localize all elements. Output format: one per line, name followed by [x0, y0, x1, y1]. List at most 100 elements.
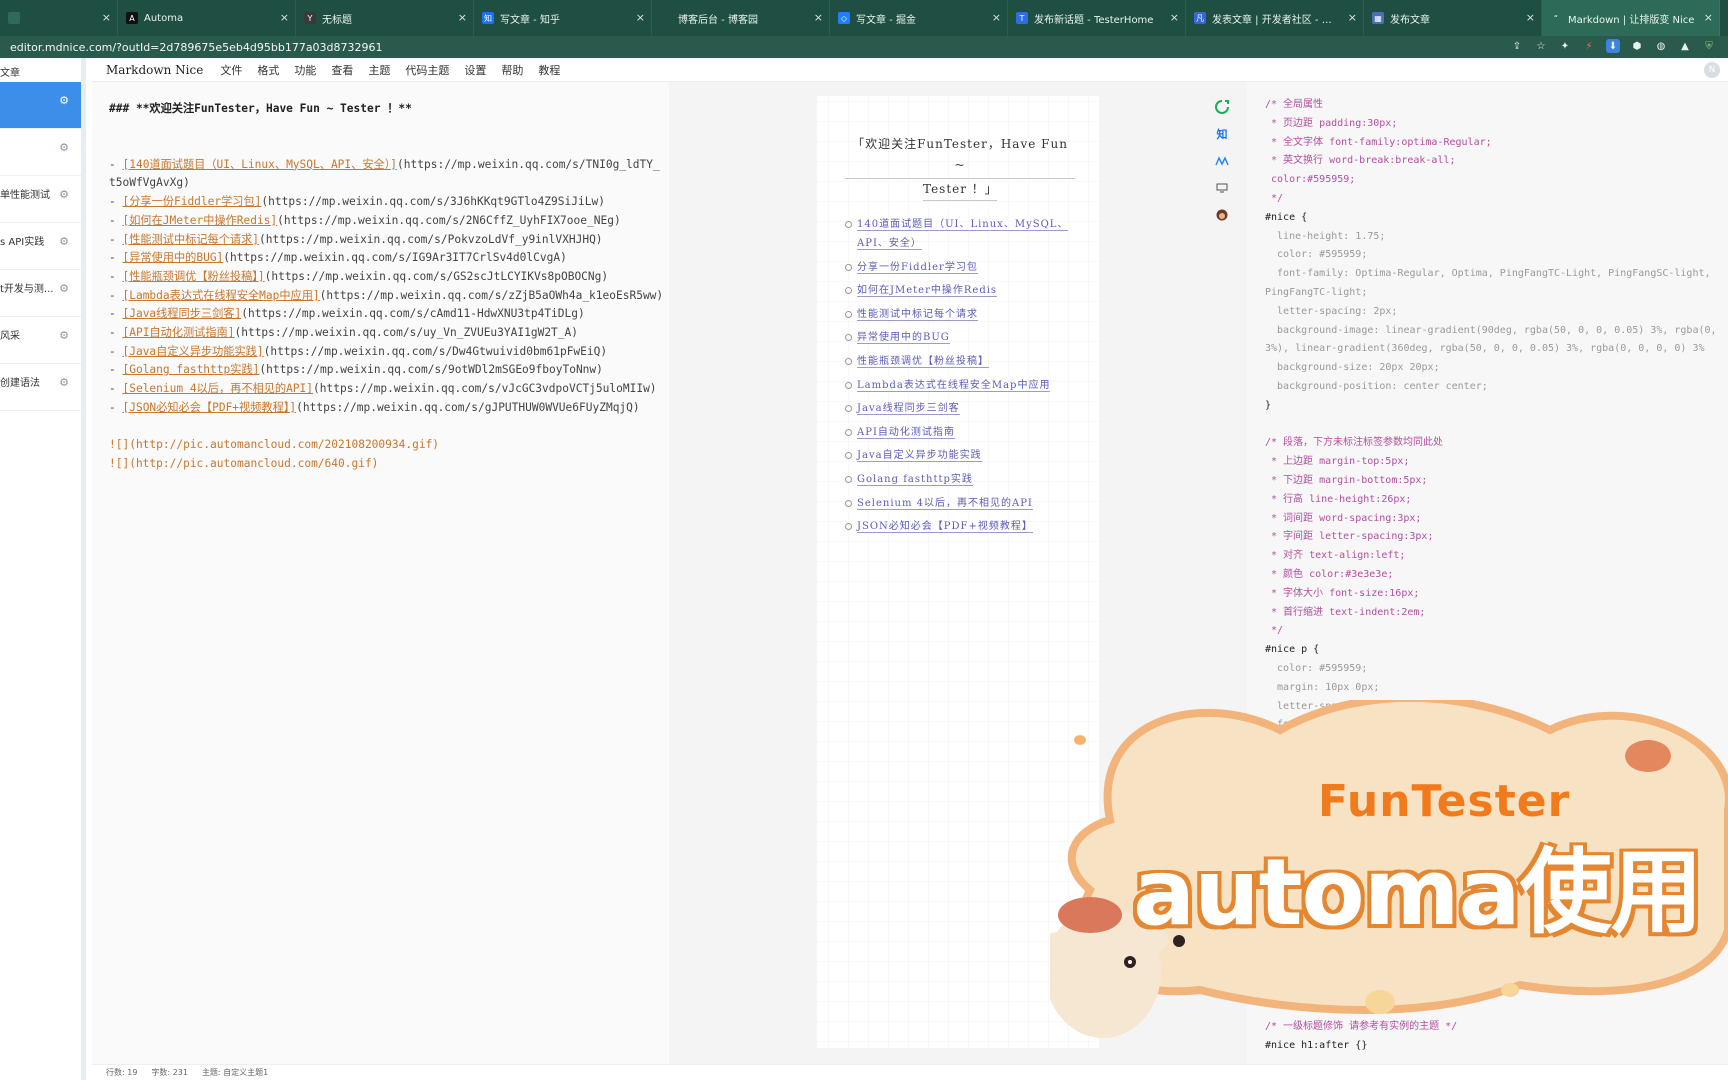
address-bar[interactable]: editor.mdnice.com/?outId=2d789675e5eb4d9… [0, 36, 1728, 58]
preview-link-item[interactable]: Lambda表达式在线程安全Map中应用 [845, 376, 1075, 395]
gear-icon[interactable]: ⚙ [59, 282, 69, 295]
bookmark-star-icon[interactable]: ☆ [1534, 39, 1548, 53]
close-tab-icon[interactable]: × [1348, 11, 1357, 24]
zhihu-copy-icon[interactable]: 知 [1213, 125, 1231, 143]
menu-item[interactable]: 功能 [294, 62, 316, 78]
close-tab-icon[interactable]: × [102, 11, 111, 24]
extension-icon[interactable]: ▲ [1678, 39, 1692, 53]
editor-link-text[interactable]: [Lambda表达式在线程安全Map中应用] [122, 289, 319, 302]
shield-icon[interactable]: ⛨ [1702, 39, 1716, 53]
css-editor[interactable]: /* 全局属性 * 页边距 padding:30px; * 全文字体 font-… [1247, 82, 1728, 1064]
editor-link-text[interactable]: [JSON必知必会【PDF+视频教程】] [122, 401, 296, 414]
close-tab-icon[interactable]: × [992, 11, 1001, 24]
avatar[interactable]: N [1704, 62, 1720, 78]
preview-link-text[interactable]: 分享一份Fiddler学习包 [857, 261, 978, 274]
desktop-preview-icon[interactable] [1213, 179, 1231, 197]
preview-link-item[interactable]: Golang fasthttp实践 [845, 470, 1075, 489]
menu-item[interactable]: 文件 [220, 62, 242, 78]
sidebar-article-item[interactable]: 创建语法 ⚙ [0, 364, 81, 411]
editor-link-text[interactable]: [Java线程同步三剑客] [122, 307, 241, 320]
menu-item[interactable]: 教程 [538, 62, 560, 78]
editor-link-text[interactable]: [Golang fasthttp实践] [122, 363, 259, 376]
sidebar-article-item[interactable]: 风采 ⚙ [0, 317, 81, 364]
browser-tab[interactable]: 凡发表文章 | 开发者社区 - 专注... × [1186, 0, 1364, 36]
preview-link-item[interactable]: API自动化测试指南 [845, 423, 1075, 442]
editor-link-text[interactable]: [API自动化测试指南] [122, 326, 234, 339]
preview-link-text[interactable]: 如何在JMeter中操作Redis [857, 285, 998, 298]
editor-link-text[interactable]: [如何在JMeter中操作Redis] [122, 214, 277, 227]
extension-icon[interactable]: ✦ [1558, 39, 1572, 53]
preview-link-text[interactable]: Golang fasthttp实践 [857, 473, 973, 486]
close-tab-icon[interactable]: × [280, 11, 289, 24]
wechat-copy-icon[interactable] [1213, 98, 1231, 116]
preview-link-text[interactable]: 性能瓶颈调优【粉丝投稿】 [857, 355, 989, 368]
sidebar-article-item[interactable]: ⚙ [0, 82, 81, 129]
close-tab-icon[interactable]: × [1170, 11, 1179, 24]
editor-link-text[interactable]: [140道面试题目（UI、Linux、MySQL、API、安全）] [122, 158, 397, 171]
preview-link-text[interactable]: JSON必知必会【PDF+视频教程】 [857, 521, 1033, 534]
preview-link-text[interactable]: Java自定义异步功能实践 [857, 450, 982, 463]
preview-link-item[interactable]: 如何在JMeter中操作Redis [845, 281, 1075, 300]
close-tab-icon[interactable]: × [1526, 11, 1535, 24]
gear-icon[interactable]: ⚙ [59, 94, 69, 107]
preview-link-item[interactable]: Java自定义异步功能实践 [845, 446, 1075, 465]
close-tab-icon[interactable]: × [1704, 11, 1713, 24]
preview-link-text[interactable]: 性能测试中标记每个请求 [857, 308, 978, 321]
preview-link-item[interactable]: 性能瓶颈调优【粉丝投稿】 [845, 352, 1075, 371]
menu-item[interactable]: 查看 [331, 62, 353, 78]
preview-link-item[interactable]: Java线程同步三剑客 [845, 399, 1075, 418]
gear-icon[interactable]: ⚙ [59, 188, 69, 201]
gear-icon[interactable]: ⚙ [59, 329, 69, 342]
gear-icon[interactable]: ⚙ [59, 235, 69, 248]
close-tab-icon[interactable]: × [814, 11, 823, 24]
editor-link-text[interactable]: [异常使用中的BUG] [122, 251, 223, 264]
extension-icon[interactable]: ⬢ [1630, 39, 1644, 53]
preview-link-item[interactable]: 异常使用中的BUG [845, 328, 1075, 347]
browser-tab[interactable]: A Automa × [118, 0, 296, 36]
browser-tab[interactable]: T 发布新话题 - TesterHome × [1008, 0, 1186, 36]
close-tab-icon[interactable]: × [458, 11, 467, 24]
menu-item[interactable]: 代码主题 [405, 62, 449, 78]
share-icon[interactable]: ⇪ [1510, 39, 1524, 53]
extension-icon[interactable]: ◍ [1654, 39, 1668, 53]
preview-link-item[interactable]: Selenium 4以后，再不相见的API [845, 494, 1075, 513]
browser-tab[interactable]: Y 无标题 × [296, 0, 474, 36]
editor-link-text[interactable]: [Selenium 4以后，再不相见的API] [122, 382, 313, 395]
menu-item[interactable]: 帮助 [501, 62, 523, 78]
preview-link-text[interactable]: Java线程同步三剑客 [857, 403, 960, 416]
url-text[interactable]: editor.mdnice.com/?outId=2d789675e5eb4d9… [10, 41, 383, 54]
theme-avatar-icon[interactable] [1213, 206, 1231, 224]
browser-tab[interactable]: × [0, 0, 118, 36]
sidebar-article-item[interactable]: 单性能测试 ⚙ [0, 176, 81, 223]
preview-link-item[interactable]: 性能测试中标记每个请求 [845, 305, 1075, 324]
sidebar-article-item[interactable]: t开发与测... ⚙ [0, 270, 81, 317]
download-icon[interactable]: ⬇ [1606, 39, 1620, 53]
gear-icon[interactable]: ⚙ [59, 376, 69, 389]
markdown-editor[interactable]: ### **欢迎关注FunTester，Have Fun ~ Tester ！*… [92, 82, 669, 1064]
browser-tab[interactable]: 博客后台 - 博客园 × [652, 0, 830, 36]
gear-icon[interactable]: ⚙ [59, 141, 69, 154]
preview-link-text[interactable]: Lambda表达式在线程安全Map中应用 [857, 379, 1051, 392]
editor-link-text[interactable]: [分享一份Fiddler学习包] [122, 195, 261, 208]
menu-item[interactable]: 主题 [368, 62, 390, 78]
close-tab-icon[interactable]: × [636, 11, 645, 24]
editor-link-text[interactable]: [性能测试中标记每个请求] [122, 233, 259, 246]
extension-icon[interactable]: ⚡ [1582, 39, 1596, 53]
browser-tab[interactable]: ▦ 发布文章 × [1364, 0, 1542, 36]
preview-link-text[interactable]: 异常使用中的BUG [857, 332, 950, 345]
browser-tab[interactable]: “ Markdown | 让排版变 Nice × [1542, 0, 1720, 36]
browser-tab[interactable]: ◇ 写文章 - 掘金 × [830, 0, 1008, 36]
editor-link-text[interactable]: [Java自定义异步功能实践] [122, 345, 263, 358]
preview-link-text[interactable]: API自动化测试指南 [857, 426, 955, 439]
preview-link-text[interactable]: 140道面试题目（UI、Linux、MySQL、API、安全） [857, 219, 1069, 250]
preview-link-item[interactable]: JSON必知必会【PDF+视频教程】 [845, 517, 1075, 536]
preview-link-item[interactable]: 分享一份Fiddler学习包 [845, 258, 1075, 277]
menu-item[interactable]: 设置 [464, 62, 486, 78]
preview-link-text[interactable]: Selenium 4以后，再不相见的API [857, 497, 1033, 510]
sidebar-article-item[interactable]: ⚙ [0, 129, 81, 176]
menu-item[interactable]: 格式 [257, 62, 279, 78]
preview-link-item[interactable]: 140道面试题目（UI、Linux、MySQL、API、安全） [845, 215, 1075, 253]
sidebar-article-item[interactable]: s API实践 ⚙ [0, 223, 81, 270]
editor-link-text[interactable]: [性能瓶颈调优【粉丝投稿】] [122, 270, 264, 283]
juejin-copy-icon[interactable] [1213, 152, 1231, 170]
